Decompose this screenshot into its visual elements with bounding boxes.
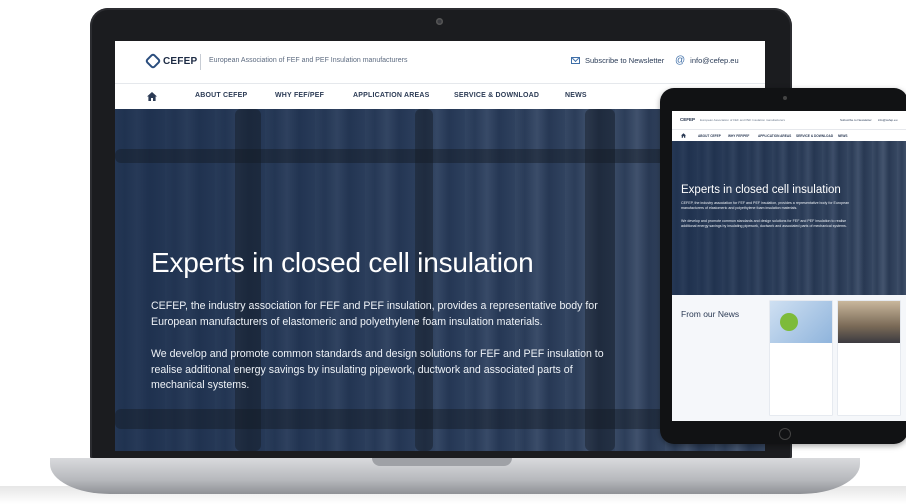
tablet-tagline: European Association of FEF and PEF Insu… [700, 118, 786, 122]
laptop-notch [372, 458, 512, 466]
tablet-hero-paragraph-1: CEFEP, the industry association for FEF … [681, 201, 850, 210]
newsletter-label: Subscribe to Newsletter [585, 56, 665, 65]
tablet-newsletter-link[interactable]: Subscribe to Newsletter [840, 118, 872, 122]
tablet-nav-item-service[interactable]: SERVICE & DOWNLOAD [796, 134, 833, 138]
tablet-camera [783, 96, 787, 100]
logo-icon [144, 52, 162, 70]
tablet-home-icon[interactable] [681, 133, 686, 138]
laptop-camera [436, 18, 443, 25]
logo-text: CEFEP [163, 55, 198, 67]
nav-item-why[interactable]: WHY FEF/PEF [275, 92, 324, 99]
tablet-nav-item-application[interactable]: APPLICATION AREAS [758, 134, 791, 138]
news-card[interactable] [838, 301, 900, 415]
tablet-nav-item-about[interactable]: ABOUT CEFEP [698, 134, 721, 138]
news-card-image [838, 301, 900, 343]
home-icon[interactable] [147, 92, 157, 101]
nav-item-service[interactable]: SERVICE & DOWNLOAD [454, 92, 539, 99]
header-divider [200, 54, 201, 70]
tablet-hero-paragraph-2: We develop and promote common standards … [681, 219, 847, 228]
site-logo[interactable]: CEFEP [144, 52, 198, 70]
tablet-site-header: CEFEP European Association of FEF and PE… [672, 111, 906, 129]
tablet-news-section: From our News [672, 295, 906, 421]
site-header: CEFEP European Association of FEF and PE… [115, 41, 765, 83]
nav-item-about[interactable]: ABOUT CEFEP [195, 92, 247, 99]
tablet-home-button [779, 428, 791, 440]
tablet-news-title: From our News [681, 309, 740, 319]
hero-paragraph-1: CEFEP, the industry association for FEF … [151, 300, 598, 328]
tablet-logo[interactable]: CEFEP [680, 117, 695, 122]
tablet-nav-item-news[interactable]: NEWS [838, 134, 848, 138]
mail-icon [571, 57, 580, 64]
email-link[interactable]: @ info@cefep.eu [675, 54, 739, 66]
eu-map-icon [780, 313, 798, 331]
tablet-screen: CEFEP European Association of FEF and PE… [672, 111, 906, 421]
site-tagline: European Association of FEF and PEF Insu… [209, 57, 408, 64]
hero-paragraph-2: We develop and promote common standards … [151, 348, 604, 391]
nav-item-application[interactable]: APPLICATION AREAS [353, 92, 430, 99]
tablet-hero-title: Experts in closed cell insulation [681, 184, 841, 196]
news-card[interactable] [770, 301, 832, 415]
hero-title: Experts in closed cell insulation [151, 247, 534, 278]
newsletter-link[interactable]: Subscribe to Newsletter [571, 56, 664, 65]
news-card-image [770, 301, 832, 343]
tablet-nav: ABOUT CEFEP WHY FEF/PEF APPLICATION AREA… [672, 129, 906, 141]
tablet-hero: Experts in closed cell insulation CEFEP,… [672, 141, 906, 295]
tablet-email-link[interactable]: info@cefep.eu [878, 118, 897, 122]
at-icon: @ [675, 54, 686, 66]
tablet-nav-item-why[interactable]: WHY FEF/PEF [728, 134, 749, 138]
nav-item-news[interactable]: NEWS [565, 92, 587, 99]
email-label: info@cefep.eu [690, 56, 739, 65]
